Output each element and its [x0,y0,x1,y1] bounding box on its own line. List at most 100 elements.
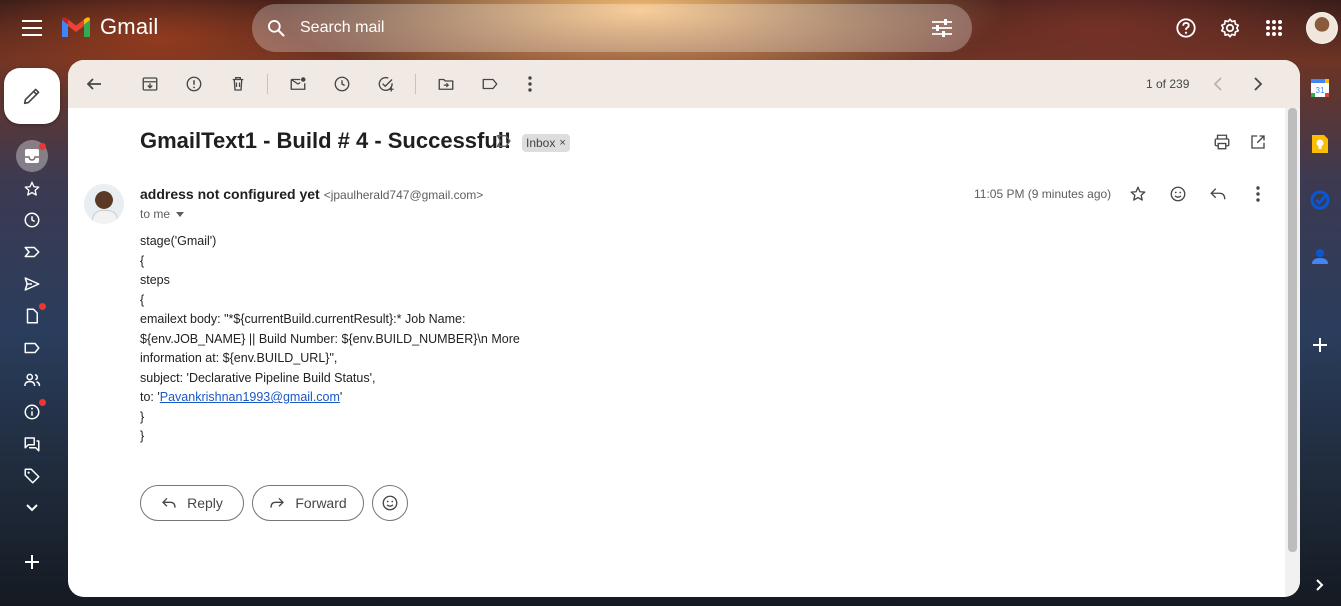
older-button[interactable] [1238,64,1278,104]
account-avatar[interactable] [1306,12,1338,44]
move-to-button[interactable] [426,64,466,104]
nav-forums[interactable] [16,428,48,460]
chevron-right-icon [1316,579,1324,591]
nav-snoozed[interactable] [16,204,48,236]
open-new-window-button[interactable] [1240,124,1276,160]
nav-updates[interactable] [16,396,48,428]
reply-label: Reply [187,495,223,511]
print-all-button[interactable] [1204,124,1240,160]
chevron-left-icon [1213,77,1222,91]
drafts-dot [39,303,46,310]
contacts-app-button[interactable] [1308,244,1332,268]
toolbar-divider [267,74,268,94]
nav-drafts[interactable] [16,300,48,332]
more-actions-button[interactable] [510,64,550,104]
nav-more[interactable] [16,492,48,524]
add-to-tasks-button[interactable] [366,64,406,104]
report-spam-button[interactable] [174,64,214,104]
inbox-icon [25,149,39,163]
reply-icon-button[interactable] [1200,176,1236,212]
message-content: GmailText1 - Build # 4 - Successful! Inb… [68,108,1285,597]
gmail-logo[interactable]: Gmail [60,14,158,40]
body-line: stage('Gmail') [140,234,217,248]
important-icon [24,246,40,258]
star-icon [1130,186,1146,201]
add-reaction-button[interactable] [1160,176,1196,212]
keep-app-button[interactable] [1308,132,1332,156]
recipient-email-link[interactable]: Pavankrishnan1993@gmail.com [160,390,340,404]
search-icon[interactable] [252,4,300,52]
nav-social[interactable] [16,364,48,396]
star-button[interactable] [1120,176,1156,212]
archive-button[interactable] [130,64,170,104]
nav-important[interactable] [16,236,48,268]
email-subject: GmailText1 - Build # 4 - Successful! [140,128,512,153]
message-scrollbar[interactable] [1285,108,1300,597]
sender-name[interactable]: address not configured yet [140,186,320,202]
main-menu-button[interactable] [12,8,52,48]
search-input[interactable] [300,19,918,37]
snooze-button[interactable] [322,64,362,104]
gmail-logo-text: Gmail [100,14,159,39]
google-apps-button[interactable] [1254,8,1294,48]
body-line: { [140,253,145,268]
star-icon [24,181,40,196]
delete-button[interactable] [218,64,258,104]
forum-icon [24,437,40,452]
message-more-button[interactable] [1240,176,1276,212]
compose-button[interactable] [4,68,60,124]
pagination-count: 1 of 239 [1146,77,1190,91]
importance-marker-icon[interactable] [496,134,512,153]
more-vertical-icon [1256,186,1260,202]
get-addons-button[interactable] [1308,333,1332,357]
inbox-label-chip: Inbox × [522,134,570,152]
nav-sent[interactable] [16,268,48,300]
emoji-icon [382,495,398,511]
scrollbar-thumb[interactable] [1288,108,1297,552]
nav-inbox[interactable] [16,140,48,172]
sender-email: <jpaulherald747@gmail.com> [323,188,484,202]
nav-promotions[interactable] [16,460,48,492]
reply-button[interactable]: Reply [140,485,244,521]
body-line: } [140,429,145,443]
newer-button[interactable] [1198,64,1238,104]
nav-starred[interactable] [16,173,48,205]
create-label-button[interactable] [16,546,48,578]
archive-icon [142,77,158,91]
keep-icon [1312,135,1328,153]
plus-icon [25,555,39,569]
print-icon [1214,134,1230,150]
info-icon [24,404,40,420]
add-task-icon [378,76,394,92]
search-bar[interactable] [252,4,972,52]
remove-label-button[interactable]: × [559,137,565,149]
contacts-icon [1312,249,1328,264]
search-options-icon[interactable] [918,4,966,52]
calendar-app-button[interactable]: 31 [1308,76,1332,100]
show-side-panel-button[interactable] [1308,573,1332,597]
arrow-left-icon [86,78,101,90]
svg-text:31: 31 [1316,86,1325,95]
send-icon [24,277,40,291]
sender-avatar[interactable] [84,184,124,224]
settings-button[interactable] [1210,8,1250,48]
tasks-app-button[interactable] [1308,188,1332,212]
pencil-icon [23,88,40,105]
calendar-icon: 31 [1311,79,1329,97]
emoji-icon [1170,186,1186,202]
hamburger-icon [22,20,42,36]
help-button[interactable] [1166,8,1206,48]
top-bar: Gmail [0,0,1341,56]
mark-unread-button[interactable] [278,64,318,104]
labels-button[interactable] [470,64,510,104]
message-panel: 1 of 239 GmailText1 - Build # 4 - Succes… [68,60,1300,597]
recipient-details[interactable]: to me [140,207,185,221]
chevron-down-icon [26,504,38,512]
forward-button[interactable]: Forward [252,485,364,521]
recipient-text: to me [140,207,171,221]
forward-icon [270,497,285,508]
emoji-reaction-button[interactable] [372,485,408,521]
back-button[interactable] [74,64,114,104]
forward-label: Forward [295,495,347,511]
nav-label[interactable] [16,332,48,364]
